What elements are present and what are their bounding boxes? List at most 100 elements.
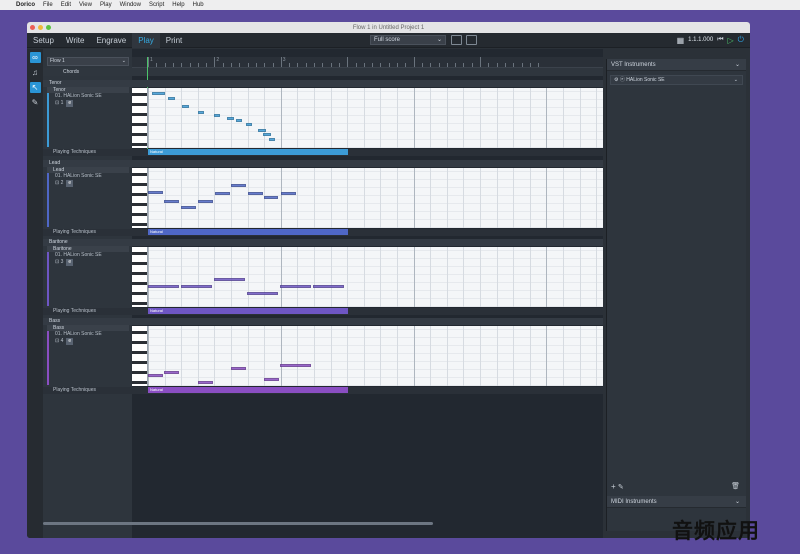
- tab-play[interactable]: Play: [132, 32, 160, 48]
- playing-technique-region[interactable]: Natural: [148, 387, 348, 393]
- galley-view-icon[interactable]: [451, 35, 462, 45]
- menu-help[interactable]: Help: [172, 2, 184, 8]
- midi-note[interactable]: [182, 105, 189, 108]
- pencil-icon[interactable]: ✎: [618, 484, 624, 491]
- menu-script[interactable]: Script: [149, 2, 164, 8]
- layout-selector[interactable]: Full score ⌄: [370, 35, 446, 45]
- ruler-tick: [388, 63, 390, 67]
- midi-note[interactable]: [247, 292, 278, 295]
- track-group-lead[interactable]: Lead: [43, 160, 603, 167]
- track-header-lead[interactable]: Lead 01. HALion Sonic SE ⊡ 2e: [47, 167, 129, 227]
- midi-note[interactable]: [181, 206, 196, 209]
- mixer-icon[interactable]: ▦: [677, 36, 685, 45]
- tab-engrave[interactable]: Engrave: [90, 33, 132, 48]
- channel-number[interactable]: 3: [61, 259, 64, 265]
- midi-note[interactable]: [280, 364, 311, 367]
- power-icon[interactable]: ⏻: [738, 35, 744, 45]
- add-icon[interactable]: +: [611, 482, 616, 491]
- track-sound[interactable]: 01. HALion Sonic SE: [47, 173, 129, 180]
- pencil-tool-icon[interactable]: ✎: [30, 97, 41, 108]
- piano-roll-lane-lead[interactable]: [132, 168, 603, 228]
- track-header-baritone[interactable]: Baritone 01. HALion Sonic SE ⊡ 3e: [47, 246, 129, 306]
- midi-note[interactable]: [258, 129, 266, 132]
- midi-note[interactable]: [214, 114, 220, 117]
- tab-setup[interactable]: Setup: [27, 33, 60, 48]
- horizontal-scrollbar[interactable]: [43, 522, 433, 525]
- pointer-tool-icon[interactable]: ↖: [29, 82, 41, 93]
- channel-number[interactable]: 2: [61, 180, 64, 186]
- midi-note[interactable]: [231, 184, 246, 187]
- piano-keyboard[interactable]: [132, 168, 148, 228]
- piano-roll-lane-baritone[interactable]: [132, 247, 603, 307]
- midi-note[interactable]: [148, 374, 163, 377]
- instrument-settings-icon[interactable]: ⚙ ⓔ: [614, 77, 625, 83]
- midi-note[interactable]: [148, 285, 179, 288]
- menu-play[interactable]: Play: [100, 2, 112, 8]
- midi-note[interactable]: [264, 196, 278, 199]
- track-header-bass[interactable]: Bass 01. HALion Sonic SE ⊡ 4e: [47, 325, 129, 385]
- midi-note[interactable]: [264, 378, 279, 381]
- menu-file[interactable]: File: [43, 2, 53, 8]
- track-group-tenor[interactable]: Tenor: [43, 80, 603, 87]
- track-sound[interactable]: 01. HALion Sonic SE: [47, 93, 129, 100]
- midi-note[interactable]: [168, 97, 175, 100]
- rewind-icon[interactable]: ⏮: [717, 36, 723, 44]
- edit-instrument-icon[interactable]: e: [66, 338, 74, 345]
- midi-note[interactable]: [248, 192, 263, 195]
- page-view-icon[interactable]: [466, 35, 477, 45]
- midi-note[interactable]: [152, 92, 165, 95]
- midi-note[interactable]: [164, 200, 179, 203]
- midi-note[interactable]: [231, 367, 246, 370]
- midi-note[interactable]: [214, 278, 245, 281]
- channel-number[interactable]: 4: [61, 338, 64, 344]
- midi-note[interactable]: [263, 133, 271, 136]
- midi-note[interactable]: [164, 371, 179, 374]
- tab-print[interactable]: Print: [160, 33, 188, 48]
- piano-keyboard[interactable]: [132, 326, 148, 386]
- trash-icon[interactable]: 🗑: [731, 482, 740, 490]
- track-header-tenor[interactable]: Tenor 01. HALion Sonic SE ⊡ 1e: [47, 87, 129, 147]
- midi-note[interactable]: [227, 117, 234, 120]
- piano-roll-lane-bass[interactable]: [132, 326, 603, 386]
- edit-instrument-icon[interactable]: e: [66, 180, 74, 187]
- piano-keyboard[interactable]: [132, 88, 148, 148]
- piano-keyboard[interactable]: [132, 247, 148, 307]
- toolbox-mode-icon[interactable]: ∞: [29, 52, 41, 63]
- playing-technique-region[interactable]: Natural: [148, 149, 348, 155]
- midi-note[interactable]: [236, 119, 242, 122]
- edit-instrument-icon[interactable]: e: [66, 100, 74, 107]
- midi-note[interactable]: [215, 192, 230, 195]
- midi-note[interactable]: [181, 285, 212, 288]
- timeline-ruler[interactable]: 1 2 3: [132, 57, 603, 68]
- midi-note[interactable]: [269, 138, 275, 141]
- playing-technique-region[interactable]: Natural: [148, 308, 348, 314]
- track-group-baritone[interactable]: Baritone: [43, 239, 603, 246]
- track-group-bass[interactable]: Bass: [43, 318, 603, 325]
- play-icon[interactable]: ▷: [728, 36, 734, 45]
- piano-roll-lane-tenor[interactable]: [132, 88, 603, 148]
- midi-note[interactable]: [281, 192, 296, 195]
- midi-note[interactable]: [198, 381, 213, 384]
- track-sound[interactable]: 01. HALion Sonic SE: [47, 252, 129, 259]
- midi-note[interactable]: [313, 285, 344, 288]
- edit-instrument-icon[interactable]: e: [66, 259, 74, 266]
- vst-instruments-header[interactable]: VST Instruments ⌄: [607, 59, 746, 71]
- menu-view[interactable]: View: [79, 2, 92, 8]
- midi-note[interactable]: [280, 285, 311, 288]
- menu-window[interactable]: Window: [120, 2, 141, 8]
- midi-note[interactable]: [198, 111, 204, 114]
- midi-note[interactable]: [246, 123, 252, 126]
- midi-note[interactable]: [148, 191, 163, 194]
- flow-selector[interactable]: Flow 1 ⌄: [47, 57, 129, 66]
- music-note-icon[interactable]: ♫: [30, 67, 41, 78]
- track-sound[interactable]: 01. HALion Sonic SE: [47, 331, 129, 338]
- menu-edit[interactable]: Edit: [61, 2, 71, 8]
- menu-hub[interactable]: Hub: [193, 2, 204, 8]
- playing-technique-region[interactable]: Natural: [148, 229, 348, 235]
- vst-instrument-slot[interactable]: ⚙ ⓔ HALion Sonic SE ⌄: [610, 75, 743, 85]
- midi-instruments-header[interactable]: MIDI Instruments ⌄: [607, 496, 746, 508]
- app-menu[interactable]: Dorico: [16, 2, 35, 8]
- midi-note[interactable]: [198, 200, 213, 203]
- tab-write[interactable]: Write: [60, 33, 91, 48]
- channel-number[interactable]: 1: [61, 100, 64, 106]
